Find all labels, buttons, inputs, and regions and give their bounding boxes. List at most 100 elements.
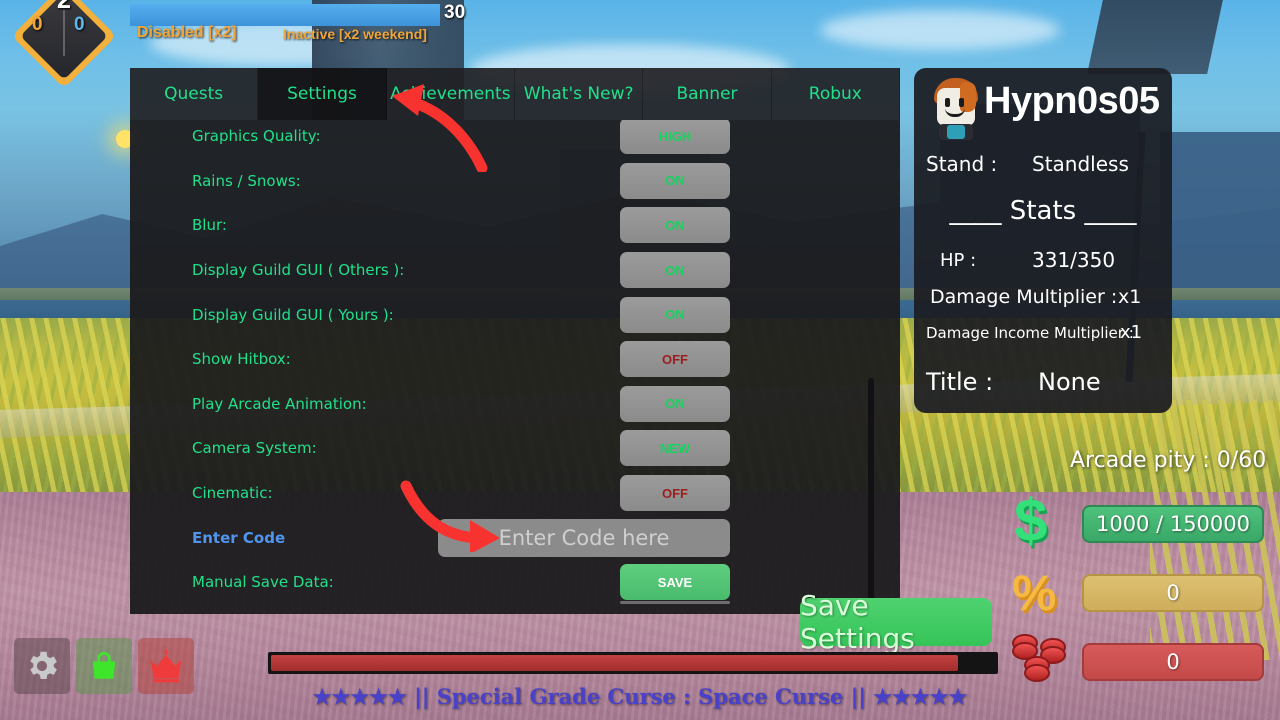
cash-value: 1000 / 150000 bbox=[1095, 512, 1251, 536]
xp-bar-fill bbox=[130, 4, 440, 26]
stats-header: ____ Stats ____ bbox=[949, 196, 1137, 226]
tab-label: Robux bbox=[808, 84, 862, 104]
toggle-value: NEW bbox=[659, 440, 691, 456]
level-diamond-hud: 2 0 0 bbox=[2, 0, 126, 89]
coin-pill: 0 bbox=[1082, 643, 1264, 681]
shard-row: 0 bbox=[1082, 574, 1264, 612]
setting-row-graphics-quality: Graphics Quality: HIGH bbox=[130, 120, 900, 159]
setting-label: Manual Save Data: bbox=[192, 573, 334, 592]
tab-label: Banner bbox=[676, 84, 738, 104]
enter-code-placeholder: Enter Code here bbox=[498, 525, 670, 550]
stand-value: Standless bbox=[1032, 152, 1129, 176]
setting-row-camera-system: Camera System: NEW bbox=[130, 426, 900, 471]
stand-label: Stand : bbox=[926, 152, 998, 176]
save-settings-label: Save Settings bbox=[800, 589, 915, 655]
setting-toggle-show-hitbox[interactable]: OFF bbox=[620, 341, 730, 378]
health-bar-fill bbox=[271, 655, 958, 671]
setting-toggle-graphics-quality[interactable]: HIGH bbox=[620, 120, 730, 155]
enter-code-input[interactable]: Enter Code here bbox=[438, 518, 730, 557]
setting-toggle-camera-system[interactable]: NEW bbox=[620, 430, 730, 467]
setting-label: Blur: bbox=[192, 216, 227, 235]
setting-row-rains-snows: Rains / Snows: ON bbox=[130, 159, 900, 204]
title-value: None bbox=[1038, 368, 1101, 396]
save-button-label: SAVE bbox=[657, 574, 693, 590]
settings-scrollbar[interactable] bbox=[868, 378, 874, 614]
tab-achievements[interactable]: Achievements bbox=[386, 68, 515, 120]
tab-label: Achievements bbox=[390, 84, 511, 104]
enter-code-label: Enter Code bbox=[192, 528, 286, 547]
setting-label: Show Hitbox: bbox=[192, 350, 291, 369]
cash-row: 1000 / 150000 bbox=[1082, 505, 1264, 543]
toggle-value: ON bbox=[665, 262, 685, 278]
gear-icon[interactable] bbox=[14, 638, 70, 694]
setting-toggle-guild-gui-others[interactable]: ON bbox=[620, 252, 730, 289]
tab-robux[interactable]: Robux bbox=[771, 68, 900, 120]
setting-toggle-rains-snows[interactable]: ON bbox=[620, 162, 730, 199]
save-settings-button[interactable]: Save Settings bbox=[800, 589, 992, 655]
hp-value: 331/350 bbox=[1032, 248, 1116, 272]
setting-label: Camera System: bbox=[192, 439, 317, 458]
game-screen: 2 0 0 30 Disabled [x2] Inactive [x2 week… bbox=[0, 0, 1280, 720]
toggle-value: HIGH bbox=[658, 128, 692, 144]
damage-income-multiplier-value: x1 bbox=[1120, 322, 1143, 343]
setting-label: Play Arcade Animation: bbox=[192, 394, 367, 413]
city-building bbox=[1160, 132, 1280, 304]
setting-label: Graphics Quality: bbox=[192, 127, 321, 146]
damage-income-multiplier-label: Damage Income Multiplier : bbox=[926, 324, 1134, 342]
health-bar bbox=[268, 652, 998, 674]
setting-label: Cinematic: bbox=[192, 484, 273, 503]
shard-pill: 0 bbox=[1082, 574, 1264, 612]
setting-row-guild-gui-others: Display Guild GUI ( Others ): ON bbox=[130, 248, 900, 293]
bottom-icon-bar bbox=[14, 638, 194, 694]
title-label: Title : bbox=[926, 368, 994, 396]
level-left-value: 0 bbox=[32, 14, 43, 35]
buff-label-inactive: Inactive [x2 weekend] bbox=[283, 26, 427, 42]
damage-multiplier-label: Damage Multiplier : bbox=[930, 286, 1118, 308]
shopping-bag-icon[interactable] bbox=[76, 638, 132, 694]
avatar bbox=[926, 76, 988, 140]
foreground-pillar-right bbox=[1087, 0, 1223, 74]
next-row-partial bbox=[620, 600, 730, 604]
tab-label: Quests bbox=[164, 84, 224, 104]
settings-rows: Graphics Quality: HIGH Rains / Snows: ON… bbox=[130, 120, 900, 605]
toggle-value: OFF bbox=[662, 351, 688, 367]
setting-row-play-arcade-animation: Play Arcade Animation: ON bbox=[130, 382, 900, 427]
setting-toggle-play-arcade-animation[interactable]: ON bbox=[620, 385, 730, 422]
manual-save-button[interactable]: SAVE bbox=[620, 564, 730, 601]
xp-bar bbox=[130, 4, 440, 26]
setting-label: Display Guild GUI ( Others ): bbox=[192, 261, 405, 280]
setting-label: Display Guild GUI ( Yours ): bbox=[192, 305, 394, 324]
toggle-value: ON bbox=[665, 217, 685, 233]
setting-toggle-blur[interactable]: ON bbox=[620, 207, 730, 244]
player-info-panel: Hypn0s05 Stand : Standless ____ Stats __… bbox=[914, 68, 1172, 413]
avatar-shirt bbox=[947, 125, 965, 139]
setting-row-cinematic: Cinematic: OFF bbox=[130, 471, 900, 516]
setting-label: Rains / Snows: bbox=[192, 171, 301, 190]
shard-value: 0 bbox=[1166, 581, 1180, 605]
avatar-eye-right bbox=[959, 98, 964, 107]
coin-stack-icon bbox=[1010, 628, 1076, 684]
avatar-eye-left bbox=[945, 98, 950, 107]
toggle-value: OFF bbox=[662, 485, 688, 501]
diamond-divider bbox=[63, 10, 65, 56]
settings-window: Quests Settings Achievements What's New?… bbox=[130, 68, 900, 614]
xp-value-label: 30 bbox=[444, 2, 466, 23]
toggle-value: ON bbox=[665, 173, 685, 189]
tab-label: What's New? bbox=[523, 84, 634, 104]
tab-quests[interactable]: Quests bbox=[130, 68, 259, 120]
setting-row-manual-save-data: Manual Save Data: SAVE bbox=[130, 560, 900, 605]
crown-icon[interactable] bbox=[138, 638, 194, 694]
tab-label: Settings bbox=[287, 84, 357, 104]
setting-row-enter-code: Enter Code Enter Code here bbox=[130, 515, 900, 560]
dollar-icon: $ bbox=[1014, 487, 1048, 554]
tab-settings[interactable]: Settings bbox=[258, 68, 387, 120]
setting-row-blur: Blur: ON bbox=[130, 203, 900, 248]
buff-label-disabled: Disabled [x2] bbox=[137, 24, 237, 41]
settings-panel: Graphics Quality: HIGH Rains / Snows: ON… bbox=[130, 120, 900, 614]
setting-toggle-guild-gui-yours[interactable]: ON bbox=[620, 296, 730, 333]
tab-banner[interactable]: Banner bbox=[643, 68, 772, 120]
damage-multiplier-value: x1 bbox=[1118, 286, 1142, 308]
tab-bar: Quests Settings Achievements What's New?… bbox=[130, 68, 900, 120]
tab-whats-new[interactable]: What's New? bbox=[514, 68, 644, 120]
setting-toggle-cinematic[interactable]: OFF bbox=[620, 475, 730, 512]
